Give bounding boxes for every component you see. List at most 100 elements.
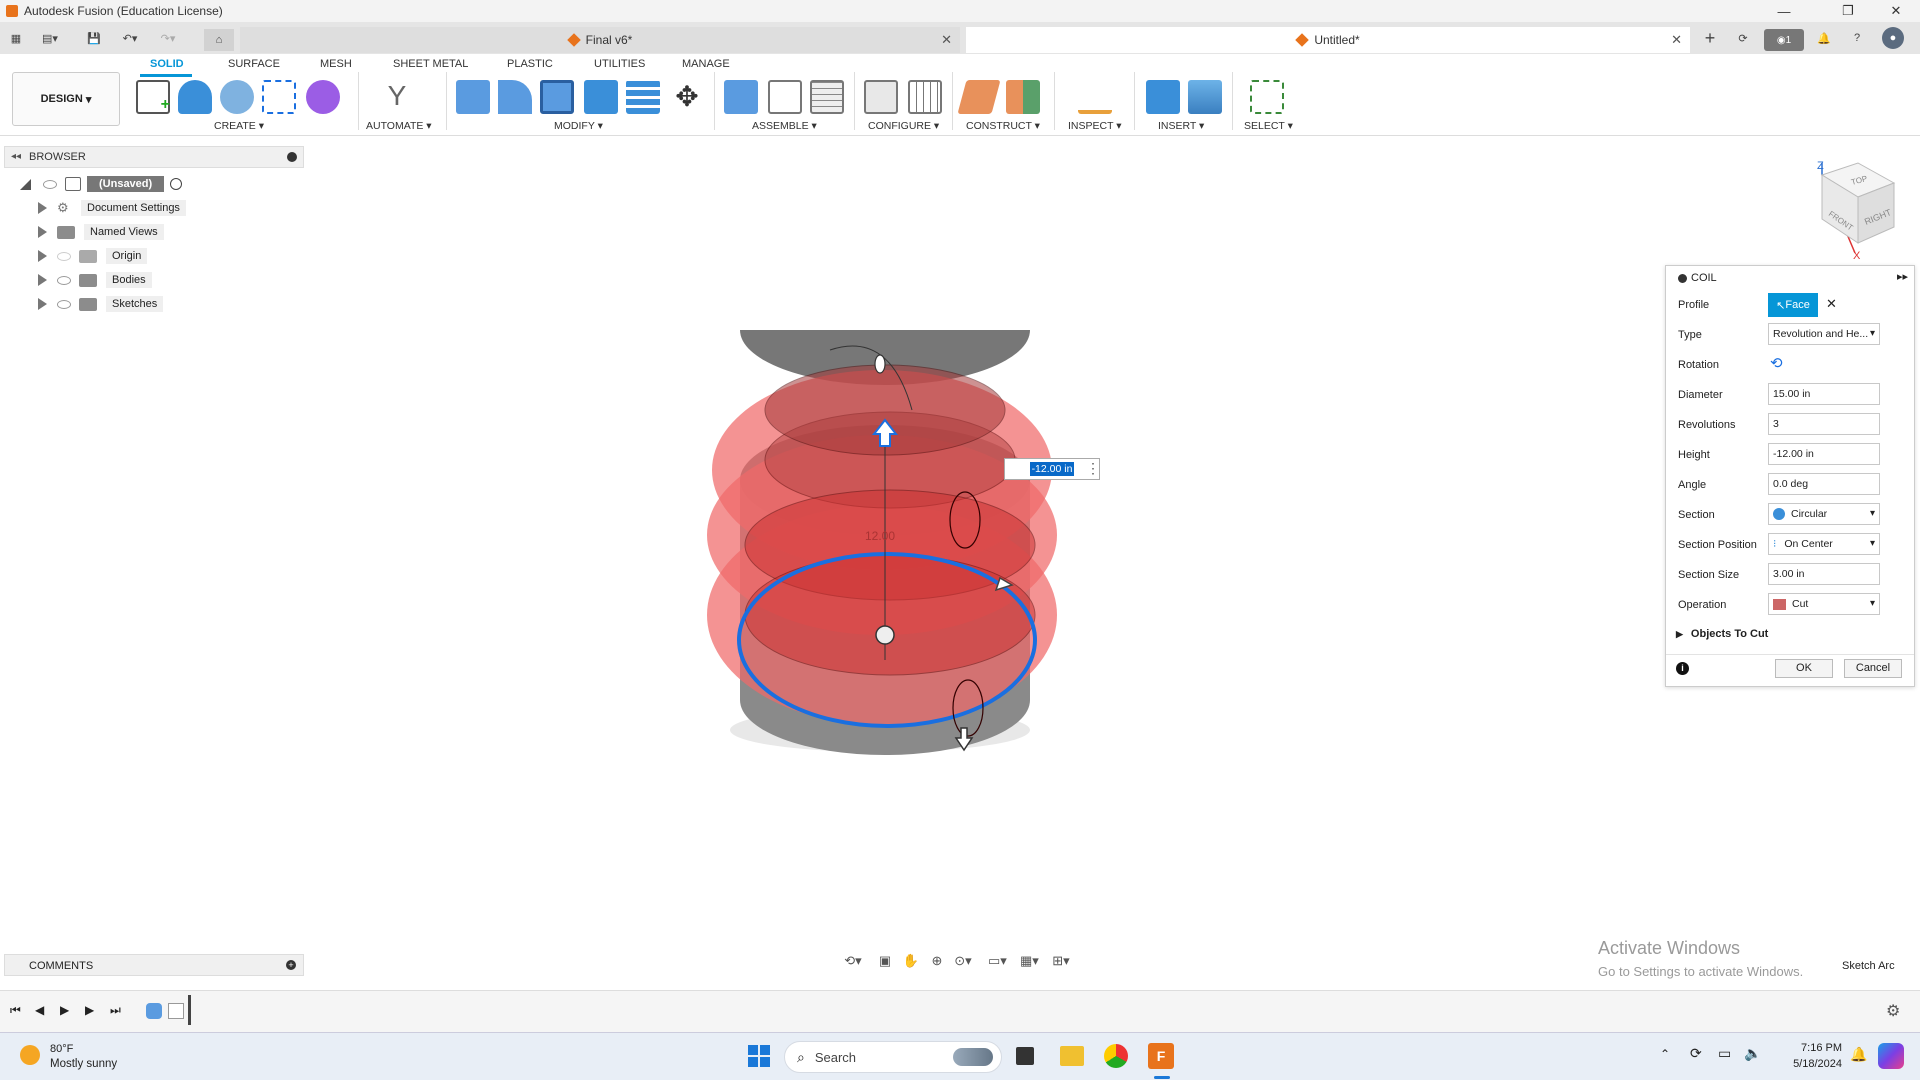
section-select[interactable]: Circular (1768, 503, 1880, 525)
joint-icon[interactable] (768, 80, 802, 114)
expand-triangle-icon[interactable] (38, 202, 47, 214)
notification-center-icon[interactable]: 🔔 (1850, 1046, 1867, 1063)
group-automate[interactable]: AUTOMATE ▾ (366, 120, 432, 132)
file-menu-icon[interactable]: ▤▾ (38, 27, 62, 49)
go-to-end-icon[interactable]: ⏭ (110, 1003, 121, 1018)
tab-sheet-metal[interactable]: SHEET METAL (393, 58, 468, 70)
fusion-taskbar-icon[interactable]: F (1148, 1043, 1174, 1069)
weather-sun-icon[interactable] (20, 1045, 40, 1065)
orbit-icon[interactable]: ⟲▾ (844, 953, 862, 971)
visibility-eye-icon[interactable] (57, 299, 71, 309)
group-inspect[interactable]: INSPECT ▾ (1068, 120, 1122, 132)
press-pull-icon[interactable] (456, 80, 490, 114)
notification-bell-icon[interactable]: 🔔 (1812, 27, 1836, 49)
close-tab-icon[interactable]: ✕ (941, 32, 952, 48)
minimize-button[interactable]: — (1764, 0, 1804, 22)
look-at-icon[interactable]: ▣ (876, 953, 894, 971)
copilot-icon[interactable] (1878, 1043, 1904, 1069)
new-component-icon[interactable] (724, 80, 758, 114)
section-size-input[interactable]: 3.00 in (1768, 563, 1880, 585)
play-icon[interactable]: ▶ (60, 1003, 69, 1017)
rectangular-pattern-icon[interactable] (262, 80, 296, 114)
automate-icon[interactable]: Y (380, 80, 414, 114)
step-back-icon[interactable]: ◀ (35, 1003, 44, 1017)
pan-icon[interactable]: ✋ (902, 953, 920, 971)
close-window-button[interactable]: ✕ (1876, 0, 1916, 22)
section-position-select[interactable]: ⁝ On Center (1768, 533, 1880, 555)
clock-time[interactable]: 7:16 PM (1786, 1042, 1842, 1054)
network-icon[interactable]: ▭ (1718, 1045, 1731, 1062)
design-workspace-button[interactable]: DESIGN ▾ (12, 72, 120, 126)
shell-icon[interactable] (540, 80, 574, 114)
show-hidden-icons[interactable]: ⌃ (1660, 1047, 1670, 1061)
more-options-icon[interactable]: ⋮ (1086, 460, 1100, 477)
configuration-table-icon[interactable] (908, 80, 942, 114)
add-comment-icon[interactable]: + (286, 960, 296, 970)
tab-surface[interactable]: SURFACE (228, 58, 280, 70)
timeline-settings-gear-icon[interactable]: ⚙ (1886, 1001, 1900, 1021)
revolution-manipulator-icon[interactable] (875, 625, 895, 645)
avatar[interactable]: ● (1882, 27, 1904, 49)
measure-icon[interactable] (1078, 80, 1112, 114)
browser-options-icon[interactable] (287, 152, 297, 162)
select-icon[interactable] (1250, 80, 1284, 114)
midplane-icon[interactable] (1006, 80, 1040, 114)
viewports-icon[interactable]: ⊞▾ (1052, 953, 1070, 971)
taskbar-search-input[interactable]: ⌕ Search (784, 1041, 1002, 1073)
collapse-panel-icon[interactable]: ◂◂ (11, 151, 21, 162)
weather-temperature[interactable]: 80°F (50, 1043, 73, 1055)
create-form-icon[interactable] (306, 80, 340, 114)
expand-dialog-icon[interactable]: ▸▸ (1897, 270, 1908, 283)
diameter-input[interactable]: 15.00 in (1768, 383, 1880, 405)
expand-triangle-icon[interactable] (38, 298, 47, 310)
save-icon[interactable]: 💾 (82, 27, 106, 49)
bom-icon[interactable] (810, 80, 844, 114)
job-status-badge[interactable]: ◉ 1 (1764, 29, 1804, 51)
angle-input[interactable]: 0.0 deg (1768, 473, 1880, 495)
viewcube[interactable]: Z X TOP FRONT RIGHT (1800, 155, 1910, 260)
tab-solid[interactable]: SOLID (150, 58, 184, 70)
clear-selection-icon[interactable]: ✕ (1826, 296, 1837, 312)
tab-utilities[interactable]: UTILITIES (594, 58, 645, 70)
expand-triangle-icon[interactable]: ▶ (1676, 629, 1683, 640)
timeline-extrude-feature[interactable] (146, 1003, 162, 1019)
create-sketch-icon[interactable]: + (136, 80, 170, 114)
angle-handle-icon[interactable] (874, 354, 886, 374)
group-modify[interactable]: MODIFY ▾ (554, 120, 603, 132)
comments-panel-header[interactable]: COMMENTS + (4, 954, 304, 976)
home-icon[interactable]: ⌂ (204, 29, 234, 51)
step-forward-icon[interactable]: ▶ (85, 1003, 94, 1017)
timeline-sketch-feature[interactable] (168, 1003, 184, 1019)
volume-icon[interactable]: 🔈 (1744, 1045, 1761, 1062)
browser-item-bodies[interactable]: Bodies (38, 270, 152, 290)
browser-panel-header[interactable]: ◂◂ BROWSER (4, 146, 304, 168)
group-insert[interactable]: INSERT ▾ (1158, 120, 1204, 132)
extensions-icon[interactable]: ⟳ (1731, 27, 1755, 49)
app-grid-icon[interactable]: ▦ (4, 27, 28, 49)
tab-plastic[interactable]: PLASTIC (507, 58, 553, 70)
task-view-icon[interactable] (1016, 1047, 1034, 1065)
tab-mesh[interactable]: MESH (320, 58, 352, 70)
group-assemble[interactable]: ASSEMBLE ▾ (752, 120, 817, 132)
extrude-icon[interactable] (178, 80, 212, 114)
revolutions-input[interactable]: 3 (1768, 413, 1880, 435)
configure-icon[interactable] (864, 80, 898, 114)
browser-root[interactable]: (Unsaved) (20, 174, 183, 194)
visibility-eye-icon[interactable] (43, 179, 57, 189)
chrome-icon[interactable] (1104, 1044, 1128, 1068)
type-select[interactable]: Revolution and He... (1768, 323, 1880, 345)
tab-manage[interactable]: MANAGE (682, 58, 730, 70)
timeline-marker[interactable] (188, 995, 191, 1025)
coil-header[interactable]: COIL (1678, 272, 1717, 284)
tab-final-v6[interactable]: Final v6* ✕ (240, 27, 960, 53)
hidden-eye-icon[interactable] (57, 251, 71, 261)
height-input[interactable]: -12.00 in (1768, 443, 1880, 465)
browser-item-origin[interactable]: Origin (38, 246, 148, 266)
expand-triangle-icon[interactable] (38, 226, 47, 238)
group-construct[interactable]: CONSTRUCT ▾ (966, 120, 1040, 132)
viewport-model[interactable]: 12.00 (690, 330, 1110, 770)
grid-settings-icon[interactable]: ▦▾ (1020, 953, 1039, 971)
visibility-eye-icon[interactable] (57, 275, 71, 285)
activate-component-icon[interactable] (170, 178, 183, 190)
profile-selector-button[interactable]: ↖ Face (1768, 293, 1818, 317)
